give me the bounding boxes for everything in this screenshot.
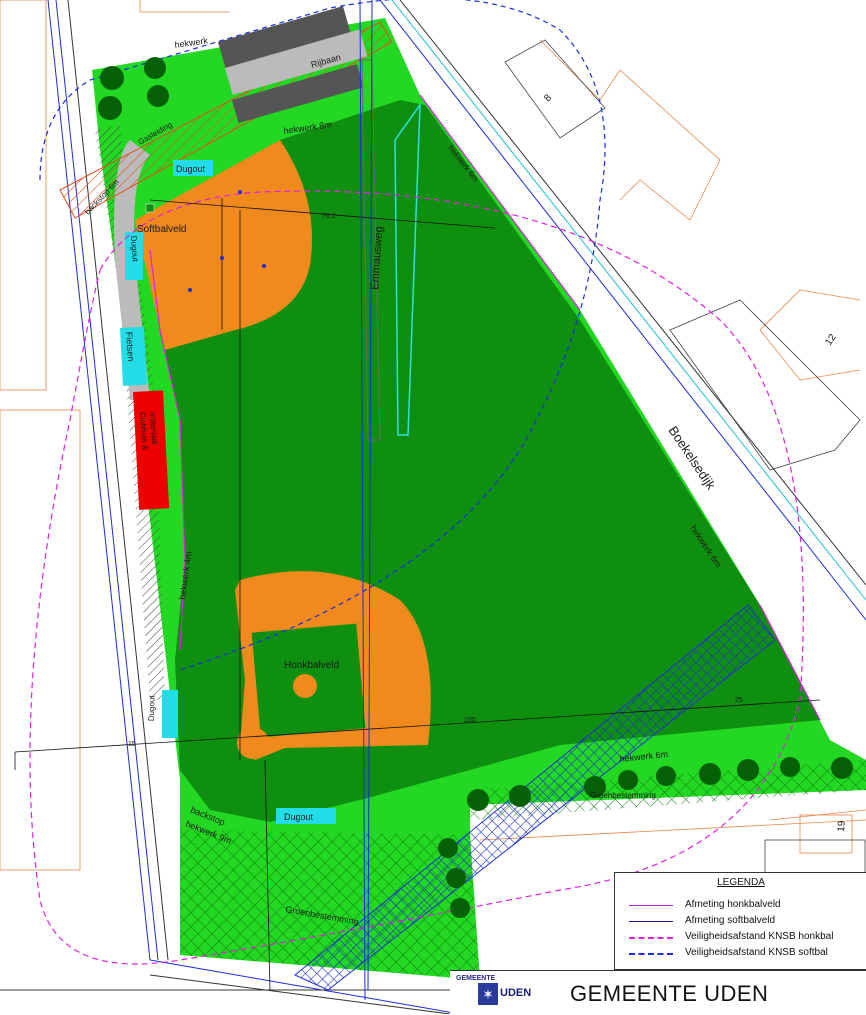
legend: LEGENDA Afmeting honkbalveld Afmeting so…: [614, 872, 866, 970]
clubhouse: [133, 390, 170, 510]
softball-home-plate: [145, 203, 155, 213]
label-dugout-2: Dugout: [129, 236, 140, 263]
legend-item-softbal-size: Afmeting softbalveld: [615, 915, 866, 929]
pitchers-mound: [293, 674, 317, 698]
logo-name-text: UDEN: [500, 987, 532, 999]
legend-title: LEGENDA: [717, 877, 765, 888]
logo-top-text: GEMEENTE: [456, 975, 496, 982]
label-softbalveld: Softbalveld: [137, 224, 186, 235]
legend-label: Afmeting softbalveld: [685, 915, 776, 926]
star-icon: ✶: [482, 986, 494, 1002]
legend-swatch: [629, 905, 673, 906]
label-hekwerk-top: hekwerk: [174, 35, 209, 50]
label-dugout-3: Dugout: [147, 694, 157, 721]
legend-item-honkbal-size: Afmeting honkbalveld: [615, 899, 866, 913]
legend-swatch: [629, 937, 673, 939]
label-dugout-1: Dugout: [176, 164, 206, 174]
label-groenbestemming-1: Groenbestemming: [590, 791, 656, 800]
label-dim-76: 76,2: [322, 213, 336, 220]
label-num-8: 8: [542, 92, 554, 104]
site-plan-map: hekwerk Rijbaan hekwerk 8m Gasleiding ba…: [0, 0, 866, 1014]
label-dugout-4: Dugout: [284, 812, 314, 822]
legend-swatch: [629, 921, 673, 922]
label-dim-25: 25: [735, 697, 743, 704]
home-plate-area: [237, 727, 269, 759]
dugout-baseball-left: [162, 690, 178, 738]
legend-label: Afmeting honkbalveld: [685, 899, 781, 910]
legend-label: Veiligheidsafstand KNSB honkbal: [685, 931, 834, 942]
municipality-logo: GEMEENTE ✶ UDEN: [454, 973, 531, 1013]
label-fietsen: Fietsen: [124, 331, 136, 361]
legend-swatch: [629, 953, 673, 955]
label-dim-100: 100: [464, 717, 476, 724]
title-block: GEMEENTE ✶ UDEN GEMEENTE UDEN: [450, 970, 866, 1015]
legend-item-softbal-safety: Veiligheidsafstand KNSB softbal: [615, 947, 866, 961]
label-num-12: 12: [823, 332, 839, 348]
legend-item-honkbal-safety: Veiligheidsafstand KNSB honkbal: [615, 931, 866, 945]
label-num-19: 19: [836, 820, 848, 832]
legend-label: Veiligheidsafstand KNSB softbal: [685, 947, 828, 958]
page-title: GEMEENTE UDEN: [570, 981, 769, 1006]
label-honkbalveld: Honkbalveld: [284, 660, 339, 671]
label-dim-15: 15: [128, 741, 136, 748]
